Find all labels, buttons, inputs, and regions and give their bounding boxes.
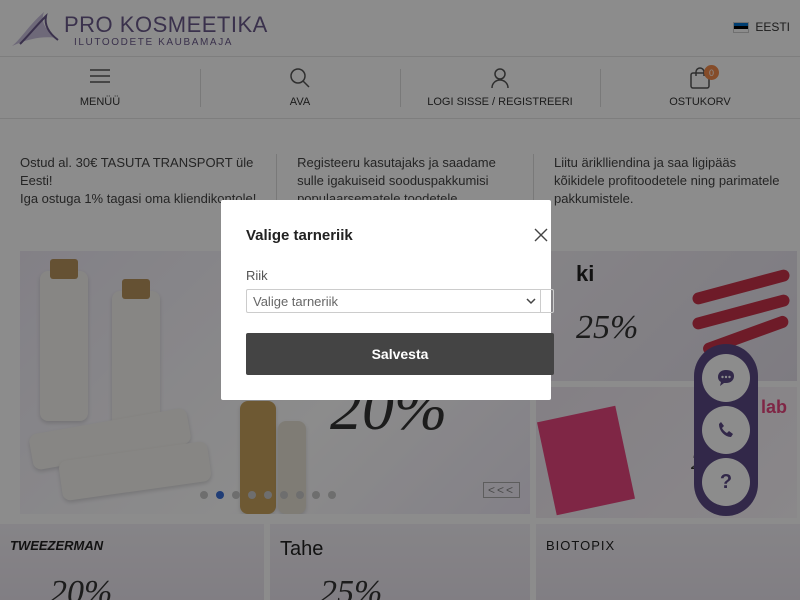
save-button[interactable]: Salvesta: [246, 333, 554, 375]
select-divider: [540, 290, 541, 312]
close-icon[interactable]: [533, 227, 549, 243]
modal-title: Valige tarneriik: [246, 227, 353, 244]
shipping-country-modal: Valige tarneriik Riik Valige tarneriik S…: [221, 200, 554, 400]
chevron-down-icon: [526, 298, 536, 305]
country-select[interactable]: Valige tarneriik: [246, 289, 554, 313]
country-select-value: Valige tarneriik: [253, 293, 339, 309]
country-field-label: Riik: [246, 268, 268, 283]
